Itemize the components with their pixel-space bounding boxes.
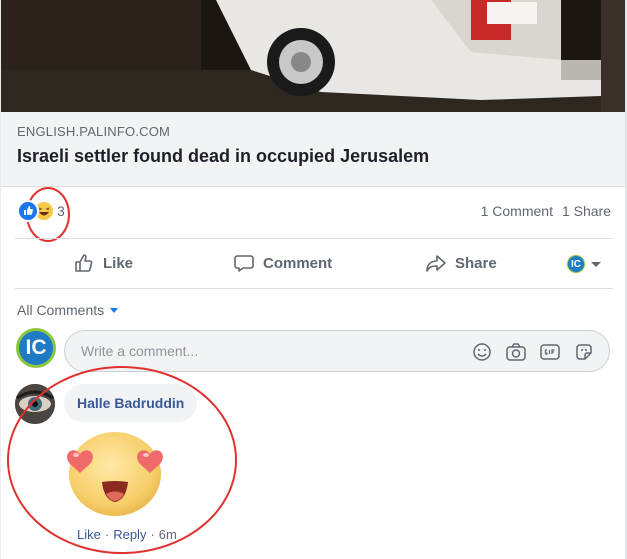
comment-sort-dropdown[interactable]: All Comments <box>17 302 119 318</box>
comment-bubble-icon <box>233 252 255 274</box>
commenter-avatar[interactable]: IC <box>16 328 56 368</box>
share-arrow-icon <box>425 252 447 274</box>
link-preview[interactable]: ENGLISH.PALINFO.COM Israeli settler foun… <box>1 112 625 187</box>
emoji-icon[interactable] <box>471 341 493 363</box>
comment-reply-link[interactable]: Reply <box>113 527 146 542</box>
like-button[interactable]: Like <box>73 239 133 287</box>
link-headline[interactable]: Israeli settler found dead in occupied J… <box>17 146 429 167</box>
reactions-summary[interactable]: 3 <box>17 200 65 222</box>
comment-count-link[interactable]: 1 Comment <box>481 203 553 219</box>
chevron-down-icon <box>110 307 119 313</box>
comment-author-avatar[interactable] <box>15 384 55 424</box>
post-card: ENGLISH.PALINFO.COM Israeli settler foun… <box>1 0 626 559</box>
link-preview-image[interactable] <box>1 0 625 112</box>
comment-input-placeholder: Write a comment... <box>81 343 199 359</box>
reaction-count: 3 <box>57 203 65 219</box>
comment-author-name[interactable]: Halle Badruddin <box>77 395 184 411</box>
comment-actions: Like · Reply · 6m <box>77 527 177 542</box>
comments-section: All Comments IC Write a comment... Halle… <box>1 288 625 559</box>
camera-icon[interactable] <box>505 341 527 363</box>
share-button[interactable]: Share <box>425 239 497 287</box>
share-count-link[interactable]: 1 Share <box>562 203 611 219</box>
separator: · <box>104 527 110 542</box>
page-avatar: IC <box>567 255 585 273</box>
chevron-down-icon <box>591 261 601 267</box>
heart-eyes-sticker[interactable] <box>64 426 167 518</box>
link-domain: ENGLISH.PALINFO.COM <box>17 124 171 139</box>
vehicle-photo <box>1 0 625 112</box>
comment-timestamp[interactable]: 6m <box>159 527 177 542</box>
post-stats: 3 1 Comment 1 Share <box>1 186 625 242</box>
comment-button[interactable]: Comment <box>233 239 332 287</box>
comment-label: Comment <box>263 254 333 272</box>
post-actions: Like Comment Share IC <box>1 239 625 287</box>
comment-sort-label: All Comments <box>17 302 105 318</box>
page-selector[interactable]: IC <box>567 255 601 273</box>
separator: · <box>150 527 155 542</box>
gif-icon[interactable] <box>539 341 561 363</box>
comment-like-link[interactable]: Like <box>77 527 101 542</box>
like-reaction-icon <box>17 200 39 222</box>
thumbs-up-icon <box>73 252 95 274</box>
comment-input[interactable]: Write a comment... <box>64 330 610 372</box>
sticker-icon[interactable] <box>573 341 595 363</box>
share-label: Share <box>455 254 497 272</box>
like-label: Like <box>103 254 134 272</box>
comment-bubble: Halle Badruddin <box>64 384 198 422</box>
